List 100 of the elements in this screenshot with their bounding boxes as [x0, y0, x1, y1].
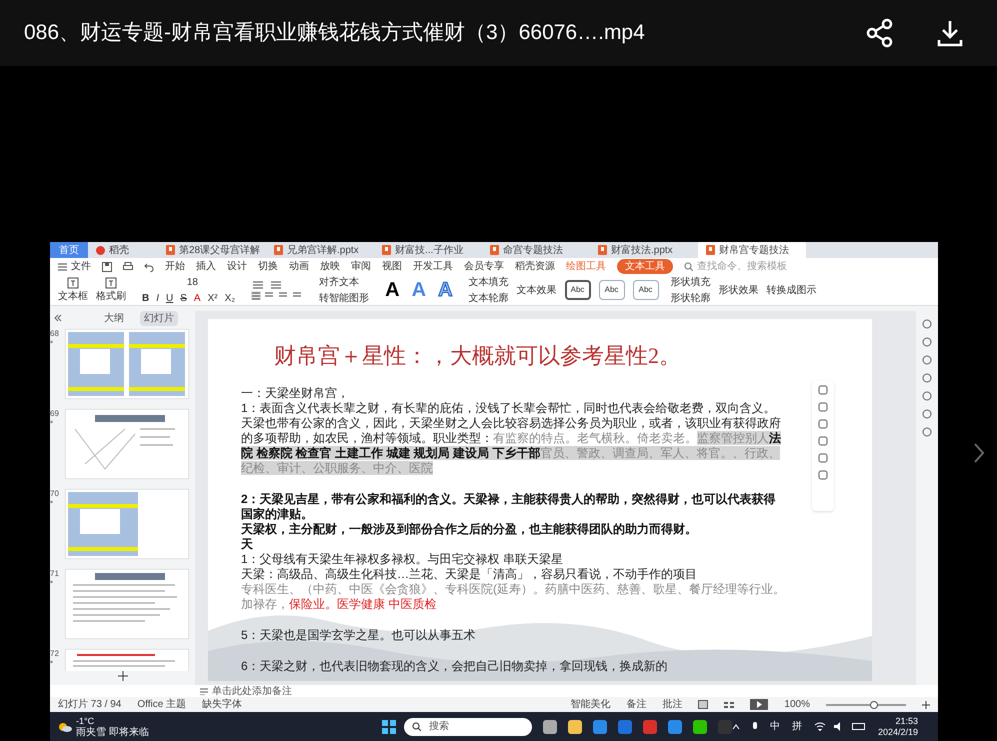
- panel-tab[interactable]: 大纲: [100, 310, 128, 326]
- shape-style-preset[interactable]: Abc: [632, 280, 659, 300]
- normal-view-icon[interactable]: [698, 700, 708, 709]
- slide-thumbnail[interactable]: [65, 569, 189, 639]
- video-title: 086、财运专题-财帛宫看职业赚钱花钱方式催财（3）66076….mp4: [24, 20, 646, 46]
- clock[interactable]: 21:53 2024/2/19: [878, 716, 918, 738]
- document-tab[interactable]: 财帛宫专题技法: [698, 242, 806, 258]
- slide-thumbnail[interactable]: [65, 649, 189, 671]
- menu-tab[interactable]: 插入: [196, 259, 216, 274]
- document-tab[interactable]: 财富技...子作业: [374, 242, 482, 258]
- file-menu[interactable]: 文件: [58, 259, 91, 274]
- format-button[interactable]: X₂: [224, 290, 236, 306]
- shape-effect-button[interactable]: 形状效果: [718, 282, 759, 298]
- save-icon[interactable]: [102, 262, 112, 272]
- zoom-in-icon[interactable]: [922, 700, 930, 708]
- document-tab[interactable]: 财富技法.pptx: [590, 242, 698, 258]
- paragraph: 5：天梁也是国学玄学之星。也可以从事五术: [241, 628, 477, 643]
- shape-style-preset[interactable]: Abc: [564, 280, 591, 300]
- input-method-indicator[interactable]: 拼: [792, 719, 802, 734]
- zoom-level: 100%: [784, 698, 810, 712]
- slide-number: 68: [50, 329, 60, 339]
- slides-file-icon: [490, 245, 499, 255]
- app-icon[interactable]: [592, 720, 607, 734]
- grid-view-icon[interactable]: [724, 700, 734, 709]
- text-effect-button[interactable]: 文本效果: [516, 282, 557, 298]
- slide-mark: *: [50, 339, 54, 349]
- menu-tab[interactable]: 动画: [289, 259, 309, 274]
- menu-tab[interactable]: 切换: [258, 259, 278, 274]
- input-method-indicator[interactable]: 中: [770, 719, 780, 734]
- menu-tab[interactable]: 放映: [320, 259, 340, 274]
- font-size-field[interactable]: 18: [142, 274, 202, 290]
- app-icon[interactable]: [618, 720, 632, 734]
- document-tab[interactable]: 稻壳: [88, 242, 158, 258]
- start-icon[interactable]: [382, 720, 396, 734]
- text-box-button[interactable]: 文本框: [58, 276, 88, 304]
- format-button[interactable]: S: [180, 290, 187, 306]
- slider-thumb[interactable]: [870, 700, 878, 708]
- wifi-icon[interactable]: [814, 722, 826, 731]
- collapse-icon[interactable]: [54, 314, 62, 322]
- play-slideshow-icon[interactable]: [750, 699, 768, 710]
- panel-tab[interactable]: 幻灯片: [140, 310, 178, 326]
- format-button[interactable]: A: [194, 290, 201, 306]
- theme-name: Office 主题: [137, 698, 186, 712]
- slide-mark: *: [50, 419, 54, 429]
- text-outline-button[interactable]: 文本轮廓: [468, 290, 509, 306]
- slide-counter: 幻灯片 73 / 94: [58, 698, 122, 712]
- shape-fill-button[interactable]: 形状填充: [670, 274, 711, 290]
- menu-tab[interactable]: 审阅: [351, 259, 371, 274]
- slide-number: 72: [50, 649, 60, 659]
- comments-button[interactable]: 批注: [662, 697, 682, 712]
- missing-font-button[interactable]: 缺失字体: [202, 697, 242, 712]
- slide-title: 财帛宫＋星性：，大概就可以参考星性2。: [273, 342, 682, 370]
- shape-style-preset[interactable]: Abc: [598, 280, 625, 300]
- align-text-button[interactable]: 对齐文本: [319, 274, 370, 290]
- menu-tab[interactable]: 开始: [165, 259, 185, 274]
- notes-button[interactable]: 备注: [626, 697, 646, 712]
- paragraph: 6：天梁之财，也代表旧物套现的含义，会把自己旧物卖掉，拿回现钱，换成新的: [241, 659, 669, 674]
- format-button[interactable]: B: [142, 290, 150, 306]
- add-slide-icon[interactable]: [118, 671, 128, 681]
- slides-file-icon: [166, 245, 175, 255]
- text-style-preset[interactable]: A: [385, 280, 400, 300]
- slide-mark: *: [50, 579, 54, 589]
- menu-tab[interactable]: 稻壳资源: [515, 259, 555, 274]
- format-button[interactable]: I: [156, 290, 160, 306]
- smart-beautify-button[interactable]: 智能美化: [570, 697, 610, 712]
- convert-diagram-button[interactable]: 转换成图示: [766, 282, 817, 298]
- smart-graphic-button[interactable]: 转智能图形: [319, 290, 370, 306]
- download-icon[interactable]: [935, 18, 965, 48]
- format-button[interactable]: U: [166, 290, 174, 306]
- taskbar-search-field[interactable]: 搜索: [404, 718, 532, 736]
- menu-tab[interactable]: 设计: [227, 259, 247, 274]
- slide-thumbnail[interactable]: [65, 409, 189, 479]
- document-tab[interactable]: 第28课父母宫详解: [158, 242, 266, 258]
- format-painter-button[interactable]: 格式刷: [96, 276, 126, 304]
- slide-thumbnail[interactable]: [65, 489, 189, 559]
- paragraph: 一：天梁坐财帛宫， 1：表面含义代表长辈之财，有长辈的庇佑，没钱了长辈会帮忙，同时也代表会给敬老费，双向含义。 天梁也带有公家的含义，因此，天梁坐财之人会比较容易选择公务员为职业，或者，该职业有获得政府 的多项帮助，如农民，渔村等领域。职业类型：有监察的特点。老气横秋。倚老卖老。监察管控别人法 院 检察院 检查官 土建工作 城建 规划局 建设局 下乡干部官员、警政、调查局、军人、将官。、行政、 纪检、审计、公职服务、中介、医院: [241, 386, 782, 476]
- document-tab[interactable]: 命宫专题技法: [482, 242, 590, 258]
- print-icon[interactable]: [123, 262, 133, 272]
- chevron-up-icon[interactable]: [732, 724, 740, 730]
- menu-tab[interactable]: 绘图工具: [566, 259, 606, 274]
- app-icon[interactable]: [668, 720, 682, 734]
- menu-tab[interactable]: 会员专享: [464, 259, 504, 274]
- notes-field[interactable]: 单击此处添加备注: [200, 684, 292, 698]
- menu-tab[interactable]: 开发工具: [413, 259, 453, 274]
- text-style-preset[interactable]: A: [412, 280, 426, 300]
- document-tab[interactable]: 首页: [50, 242, 88, 258]
- undo-icon[interactable]: [144, 262, 154, 272]
- shape-outline-button[interactable]: 形状轮廓: [670, 290, 711, 306]
- share-icon[interactable]: [865, 18, 895, 48]
- search-icon: [684, 262, 693, 271]
- slide-thumbnail[interactable]: [65, 329, 189, 399]
- battery-icon[interactable]: [852, 723, 866, 730]
- microphone-icon[interactable]: [752, 722, 758, 732]
- document-tab[interactable]: 兄弟宫详解.pptx: [266, 242, 374, 258]
- text-fill-button[interactable]: 文本填充: [468, 274, 509, 290]
- slide-mark: *: [50, 659, 54, 669]
- weather-widget[interactable]: -1°C 雨夹雪 即将来临: [58, 716, 352, 738]
- slides-file-icon: [706, 245, 715, 255]
- format-button[interactable]: X²: [208, 290, 218, 306]
- menu-tab[interactable]: 视图: [382, 259, 402, 274]
